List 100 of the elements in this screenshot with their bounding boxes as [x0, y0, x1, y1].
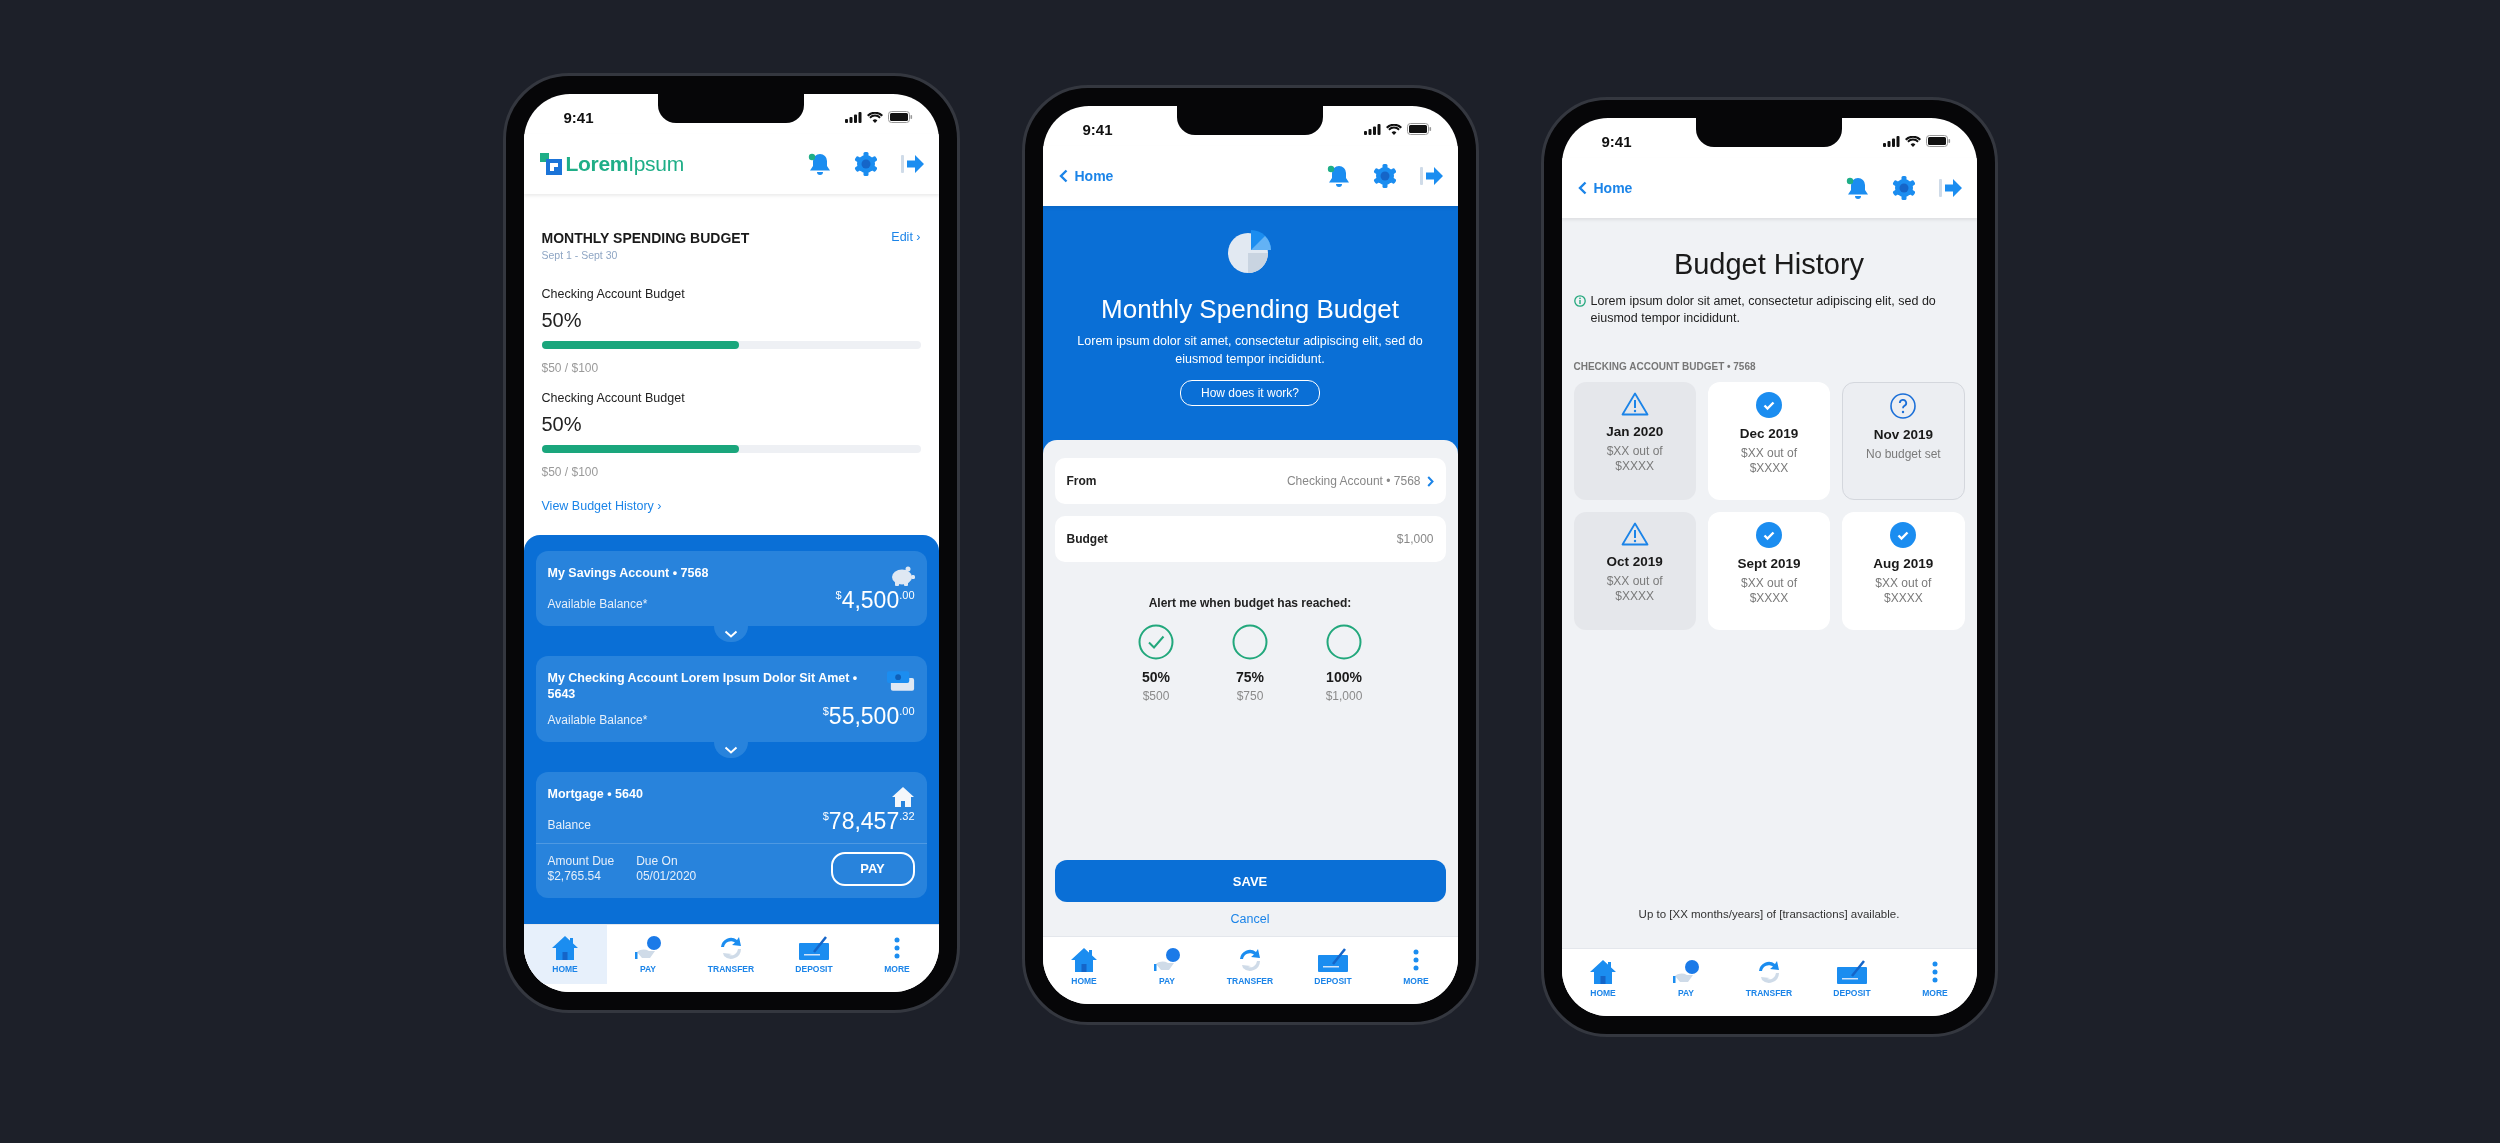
- settings-icon[interactable]: [1890, 175, 1917, 201]
- tab[interactable]: TRANSFER: [689, 925, 773, 984]
- hand-coin-icon: [634, 935, 662, 961]
- month-card[interactable]: Dec 2019 $XX out of $XXXX: [1707, 381, 1831, 500]
- account-card[interactable]: Mortgage • 5640 Balance $^{$}$78,457$^{.32}$ Amount Due $2,765.54 Due On 05/01/2020 PAY: [535, 771, 927, 898]
- month-card[interactable]: Sept 2019 $XX out of $XXXX: [1707, 511, 1831, 630]
- alert-checkbox[interactable]: [1326, 624, 1362, 660]
- footer-note: Up to [XX months/years] of [transactions] available.: [1637, 908, 1901, 920]
- account-name: My Savings Account • 7568: [547, 565, 709, 582]
- month-detail: $XX out of $XXXX: [1605, 443, 1664, 474]
- balance-amount: $^{$}$4,500$^{.00}$: [835, 587, 915, 614]
- tab[interactable]: PAY: [1644, 949, 1728, 1008]
- month-card[interactable]: Jan 2020 $XX out of $XXXX: [1573, 381, 1696, 500]
- account-card[interactable]: My Checking Account Lorem Ipsum Dolor Sit Amet • 5643 Available Balance* $^{$}$55,500$^{.00}$: [535, 656, 927, 742]
- more-icon: [1411, 947, 1421, 973]
- due-date: 05/01/2020: [636, 869, 697, 883]
- info-text: Lorem ipsum dolor sit amet, consectetur adipiscing elit, sed do eiusmod tempor incididunt.: [1590, 293, 1937, 327]
- account-card[interactable]: My Savings Account • 7568 Available Balance* $^{$}$4,500$^{.00}$: [535, 551, 927, 626]
- back-link[interactable]: Home: [1058, 168, 1114, 184]
- check-pen-icon: [1836, 959, 1868, 985]
- option-percent: 75%: [1236, 669, 1264, 685]
- battery-icon: [1925, 135, 1951, 147]
- house-icon: [890, 785, 915, 808]
- battery-icon: [887, 111, 913, 123]
- month-detail: No budget set: [1865, 446, 1941, 462]
- alert-checkbox[interactable]: [1138, 624, 1174, 660]
- field-label: Budget: [1066, 532, 1108, 546]
- month-name: Jan 2020: [1606, 423, 1664, 439]
- chevron-down-icon: [724, 745, 738, 754]
- pie-chart-icon: [1227, 228, 1273, 274]
- check-pen-icon: [798, 935, 830, 961]
- month-card[interactable]: Aug 2019 $XX out of $XXXX: [1842, 511, 1965, 630]
- account-name: My Checking Account Lorem Ipsum Dolor Sit Amet • 5643: [547, 670, 859, 703]
- check-icon: [1890, 521, 1917, 548]
- tab[interactable]: MORE: [855, 925, 939, 984]
- option-percent: 50%: [1142, 669, 1170, 685]
- balance-label: Available Balance*: [547, 712, 648, 729]
- month-name: Sept 2019: [1737, 555, 1801, 571]
- field-value: $1,000: [1396, 532, 1434, 546]
- bell-icon[interactable]: [806, 151, 833, 177]
- month-detail: $XX out of $XXXX: [1605, 573, 1664, 604]
- bell-icon[interactable]: [1844, 175, 1871, 201]
- edit-link[interactable]: Edit ›: [891, 230, 921, 244]
- budget-percent: 50%: [541, 413, 583, 436]
- budget-name: Checking Account Budget: [541, 287, 686, 301]
- home-icon: [1070, 947, 1098, 973]
- tab[interactable]: TRANSFER: [1208, 937, 1292, 996]
- expand-button[interactable]: [714, 626, 748, 642]
- tab[interactable]: MORE: [1893, 949, 1977, 1008]
- tab[interactable]: PAY: [606, 925, 690, 984]
- form-row[interactable]: Budget $1,000: [1054, 516, 1446, 562]
- signal-icon: [1363, 123, 1381, 135]
- tab[interactable]: HOME: [1042, 937, 1126, 996]
- month-name: Dec 2019: [1739, 425, 1799, 441]
- tab[interactable]: HOME: [523, 925, 607, 984]
- balance-amount: $^{$}$78,457$^{.32}$: [822, 807, 915, 835]
- balance-label: Balance: [547, 817, 591, 834]
- due-amount: $2,765.54: [547, 869, 602, 883]
- chevron-down-icon: [724, 630, 738, 638]
- more-icon: [892, 935, 902, 961]
- tab[interactable]: DEPOSIT: [772, 925, 856, 984]
- form-row[interactable]: From Checking Account • 7568: [1054, 458, 1446, 504]
- month-name: Aug 2019: [1873, 555, 1934, 571]
- option-amount: $500: [1142, 689, 1170, 703]
- check-icon: [1756, 391, 1782, 418]
- chevron-left-icon: [1577, 181, 1587, 195]
- tab[interactable]: MORE: [1374, 937, 1458, 996]
- settings-icon[interactable]: [852, 151, 879, 177]
- month-detail: $XX out of $XXXX: [1739, 575, 1798, 606]
- section-title: CHECKING ACCOUNT BUDGET • 7568: [1573, 360, 1757, 372]
- month-card[interactable]: Oct 2019 $XX out of $XXXX: [1573, 511, 1696, 630]
- cash-icon: [887, 670, 915, 692]
- tab[interactable]: TRANSFER: [1727, 949, 1811, 1008]
- check-pen-icon: [1317, 947, 1349, 973]
- bell-icon[interactable]: [1325, 163, 1352, 189]
- wifi-icon: [1385, 123, 1402, 135]
- tab[interactable]: DEPOSIT: [1810, 949, 1894, 1008]
- alert-checkbox[interactable]: [1232, 624, 1268, 660]
- hero-description: Lorem ipsum dolor sit amet, consectetur adipiscing elit, sed do eiusmod tempor incididunt.: [1076, 333, 1424, 368]
- chevron-right-icon: [1426, 475, 1434, 487]
- tab[interactable]: DEPOSIT: [1291, 937, 1375, 996]
- pay-button[interactable]: PAY: [830, 851, 915, 886]
- signal-icon: [1882, 135, 1900, 147]
- back-link[interactable]: Home: [1577, 180, 1633, 196]
- month-name: Nov 2019: [1873, 426, 1933, 442]
- home-icon: [551, 935, 579, 961]
- cancel-link[interactable]: Cancel: [1230, 912, 1270, 926]
- tab[interactable]: HOME: [1561, 949, 1645, 1008]
- field-value: Checking Account • 7568: [1286, 474, 1421, 488]
- option-percent: 100%: [1326, 669, 1362, 685]
- history-link[interactable]: View Budget History ›: [541, 499, 662, 513]
- logo-text: LoremIpsum: [565, 152, 684, 176]
- month-card[interactable]: Nov 2019 No budget set: [1842, 381, 1965, 500]
- how-it-works-button[interactable]: How does it work?: [1179, 380, 1320, 406]
- tab[interactable]: PAY: [1125, 937, 1209, 996]
- logo-icon: [539, 153, 562, 175]
- settings-icon[interactable]: [1371, 163, 1398, 189]
- check-icon: [1756, 521, 1782, 548]
- budget-percent: 50%: [541, 309, 583, 332]
- save-button[interactable]: SAVE: [1054, 860, 1446, 902]
